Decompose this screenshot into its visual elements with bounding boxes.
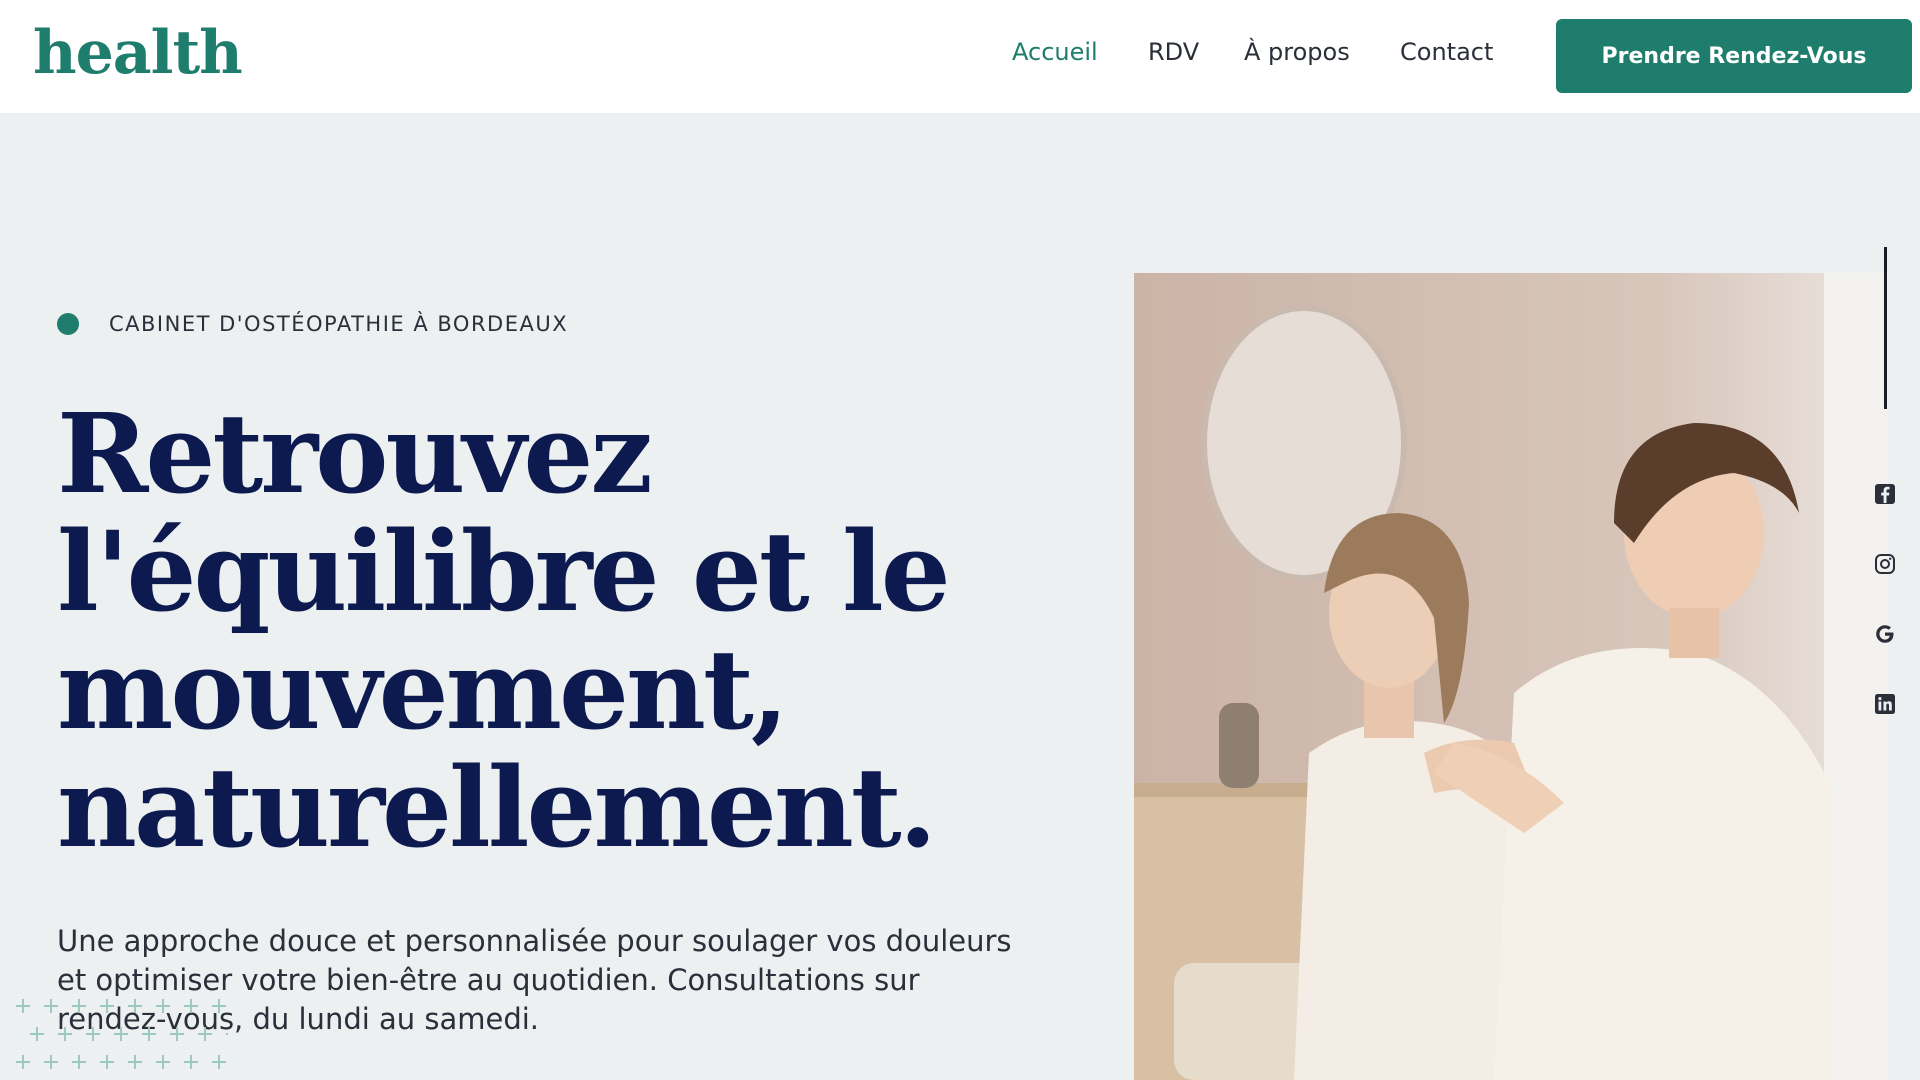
eyebrow: CABINET D'OSTÉOPATHIE À BORDEAUX xyxy=(57,312,568,336)
nav-item-a-propos[interactable]: À propos xyxy=(1244,38,1350,66)
instagram-icon[interactable] xyxy=(1870,549,1900,579)
site-header: health Accueil RDV À propos Contact Pren… xyxy=(0,0,1920,113)
hero-photo xyxy=(1134,273,1888,1080)
hero-headline: Retrouvez l'équilibre et le mouvement, n… xyxy=(57,389,951,872)
osteopath-treatment-image xyxy=(1134,273,1888,1080)
google-icon[interactable] xyxy=(1870,619,1900,649)
scroll-indicator xyxy=(1884,247,1887,409)
logo[interactable]: health xyxy=(33,18,243,88)
accent-dot xyxy=(57,313,79,335)
nav-item-rdv[interactable]: RDV xyxy=(1148,38,1199,66)
eyebrow-text: CABINET D'OSTÉOPATHIE À BORDEAUX xyxy=(109,312,569,336)
nav-item-contact[interactable]: Contact xyxy=(1400,38,1493,66)
dot-pattern-decoration xyxy=(16,999,228,1069)
book-appointment-button[interactable]: Prendre Rendez-Vous xyxy=(1556,19,1912,93)
linkedin-icon[interactable] xyxy=(1870,689,1900,719)
facebook-icon[interactable] xyxy=(1870,479,1900,509)
nav-item-accueil[interactable]: Accueil xyxy=(1012,38,1098,66)
